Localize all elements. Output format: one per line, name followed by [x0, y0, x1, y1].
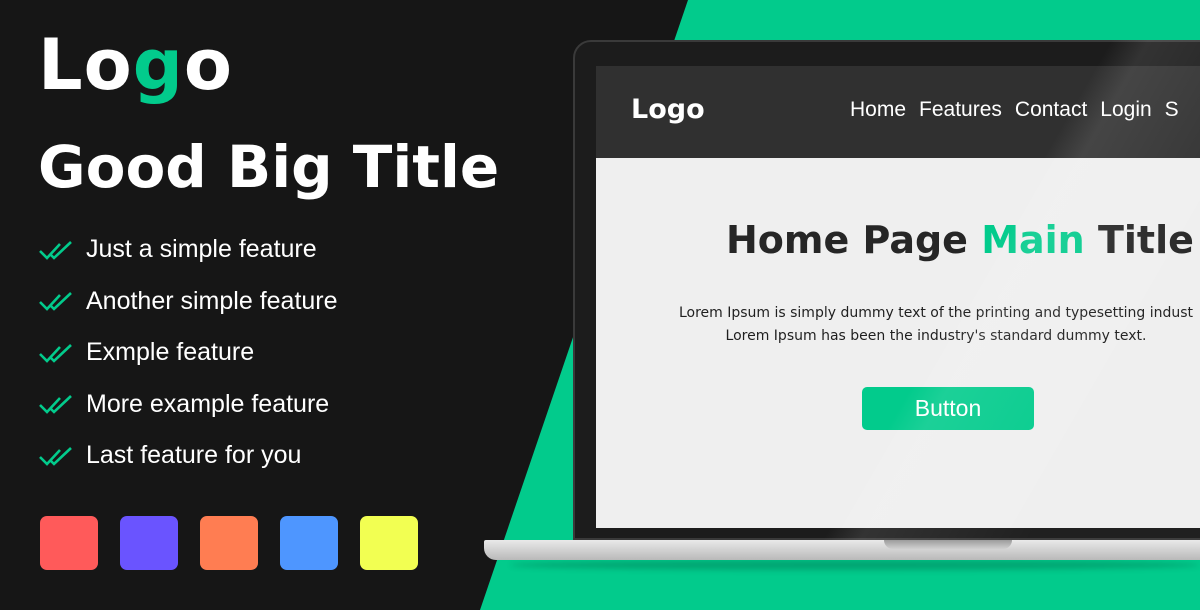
site-nav-links: Home Features Contact Login S [850, 98, 1179, 122]
hero-title: Home Page Main Title [726, 218, 1194, 262]
nav-link-contact[interactable]: Contact [1015, 98, 1087, 122]
nav-link-login[interactable]: Login [1100, 98, 1151, 122]
feature-list: Just a simple feature Another simple fea… [38, 224, 338, 482]
hero-description: Lorem Ipsum is simply dummy text of the … [636, 302, 1200, 348]
laptop-screen: Logo Home Features Contact Login S Home … [596, 66, 1200, 528]
laptop-shadow [510, 560, 1200, 570]
color-swatch-orange [200, 516, 258, 570]
nav-link-truncated[interactable]: S [1165, 98, 1179, 122]
list-item: Just a simple feature [38, 224, 338, 276]
feature-label: Last feature for you [86, 441, 302, 470]
list-item: More example feature [38, 379, 338, 431]
color-swatch-blue [280, 516, 338, 570]
list-item: Last feature for you [38, 430, 338, 482]
nav-link-home[interactable]: Home [850, 98, 906, 122]
nav-link-features[interactable]: Features [919, 98, 1002, 122]
laptop-notch [884, 540, 1012, 549]
hero-text-line: Lorem Ipsum is simply dummy text of the … [678, 305, 1194, 321]
feature-label: Another simple feature [86, 286, 338, 315]
feature-label: More example feature [86, 389, 330, 418]
list-item: Exmple feature [38, 327, 338, 379]
site-header: Logo Home Features Contact Login S [596, 66, 1200, 158]
color-swatch-yellow [360, 516, 418, 570]
double-check-icon [39, 292, 72, 312]
color-swatches [40, 516, 418, 570]
brand-logo: Logo [38, 24, 233, 106]
double-check-icon [39, 395, 72, 415]
promo-panel: Logo Good Big Title Just a simple featur… [0, 0, 560, 610]
color-swatch-purple [120, 516, 178, 570]
page-title: Good Big Title [38, 133, 500, 201]
feature-label: Just a simple feature [86, 235, 317, 264]
double-check-icon [39, 240, 72, 260]
hero-text-line: Lorem Ipsum has been the industry's stan… [725, 328, 1147, 344]
site-logo[interactable]: Logo [631, 94, 705, 125]
list-item: Another simple feature [38, 276, 338, 328]
cta-button[interactable]: Button [862, 387, 1034, 430]
double-check-icon [39, 446, 72, 466]
double-check-icon [39, 343, 72, 363]
feature-label: Exmple feature [86, 338, 255, 367]
laptop-base [484, 540, 1200, 560]
color-swatch-red [40, 516, 98, 570]
